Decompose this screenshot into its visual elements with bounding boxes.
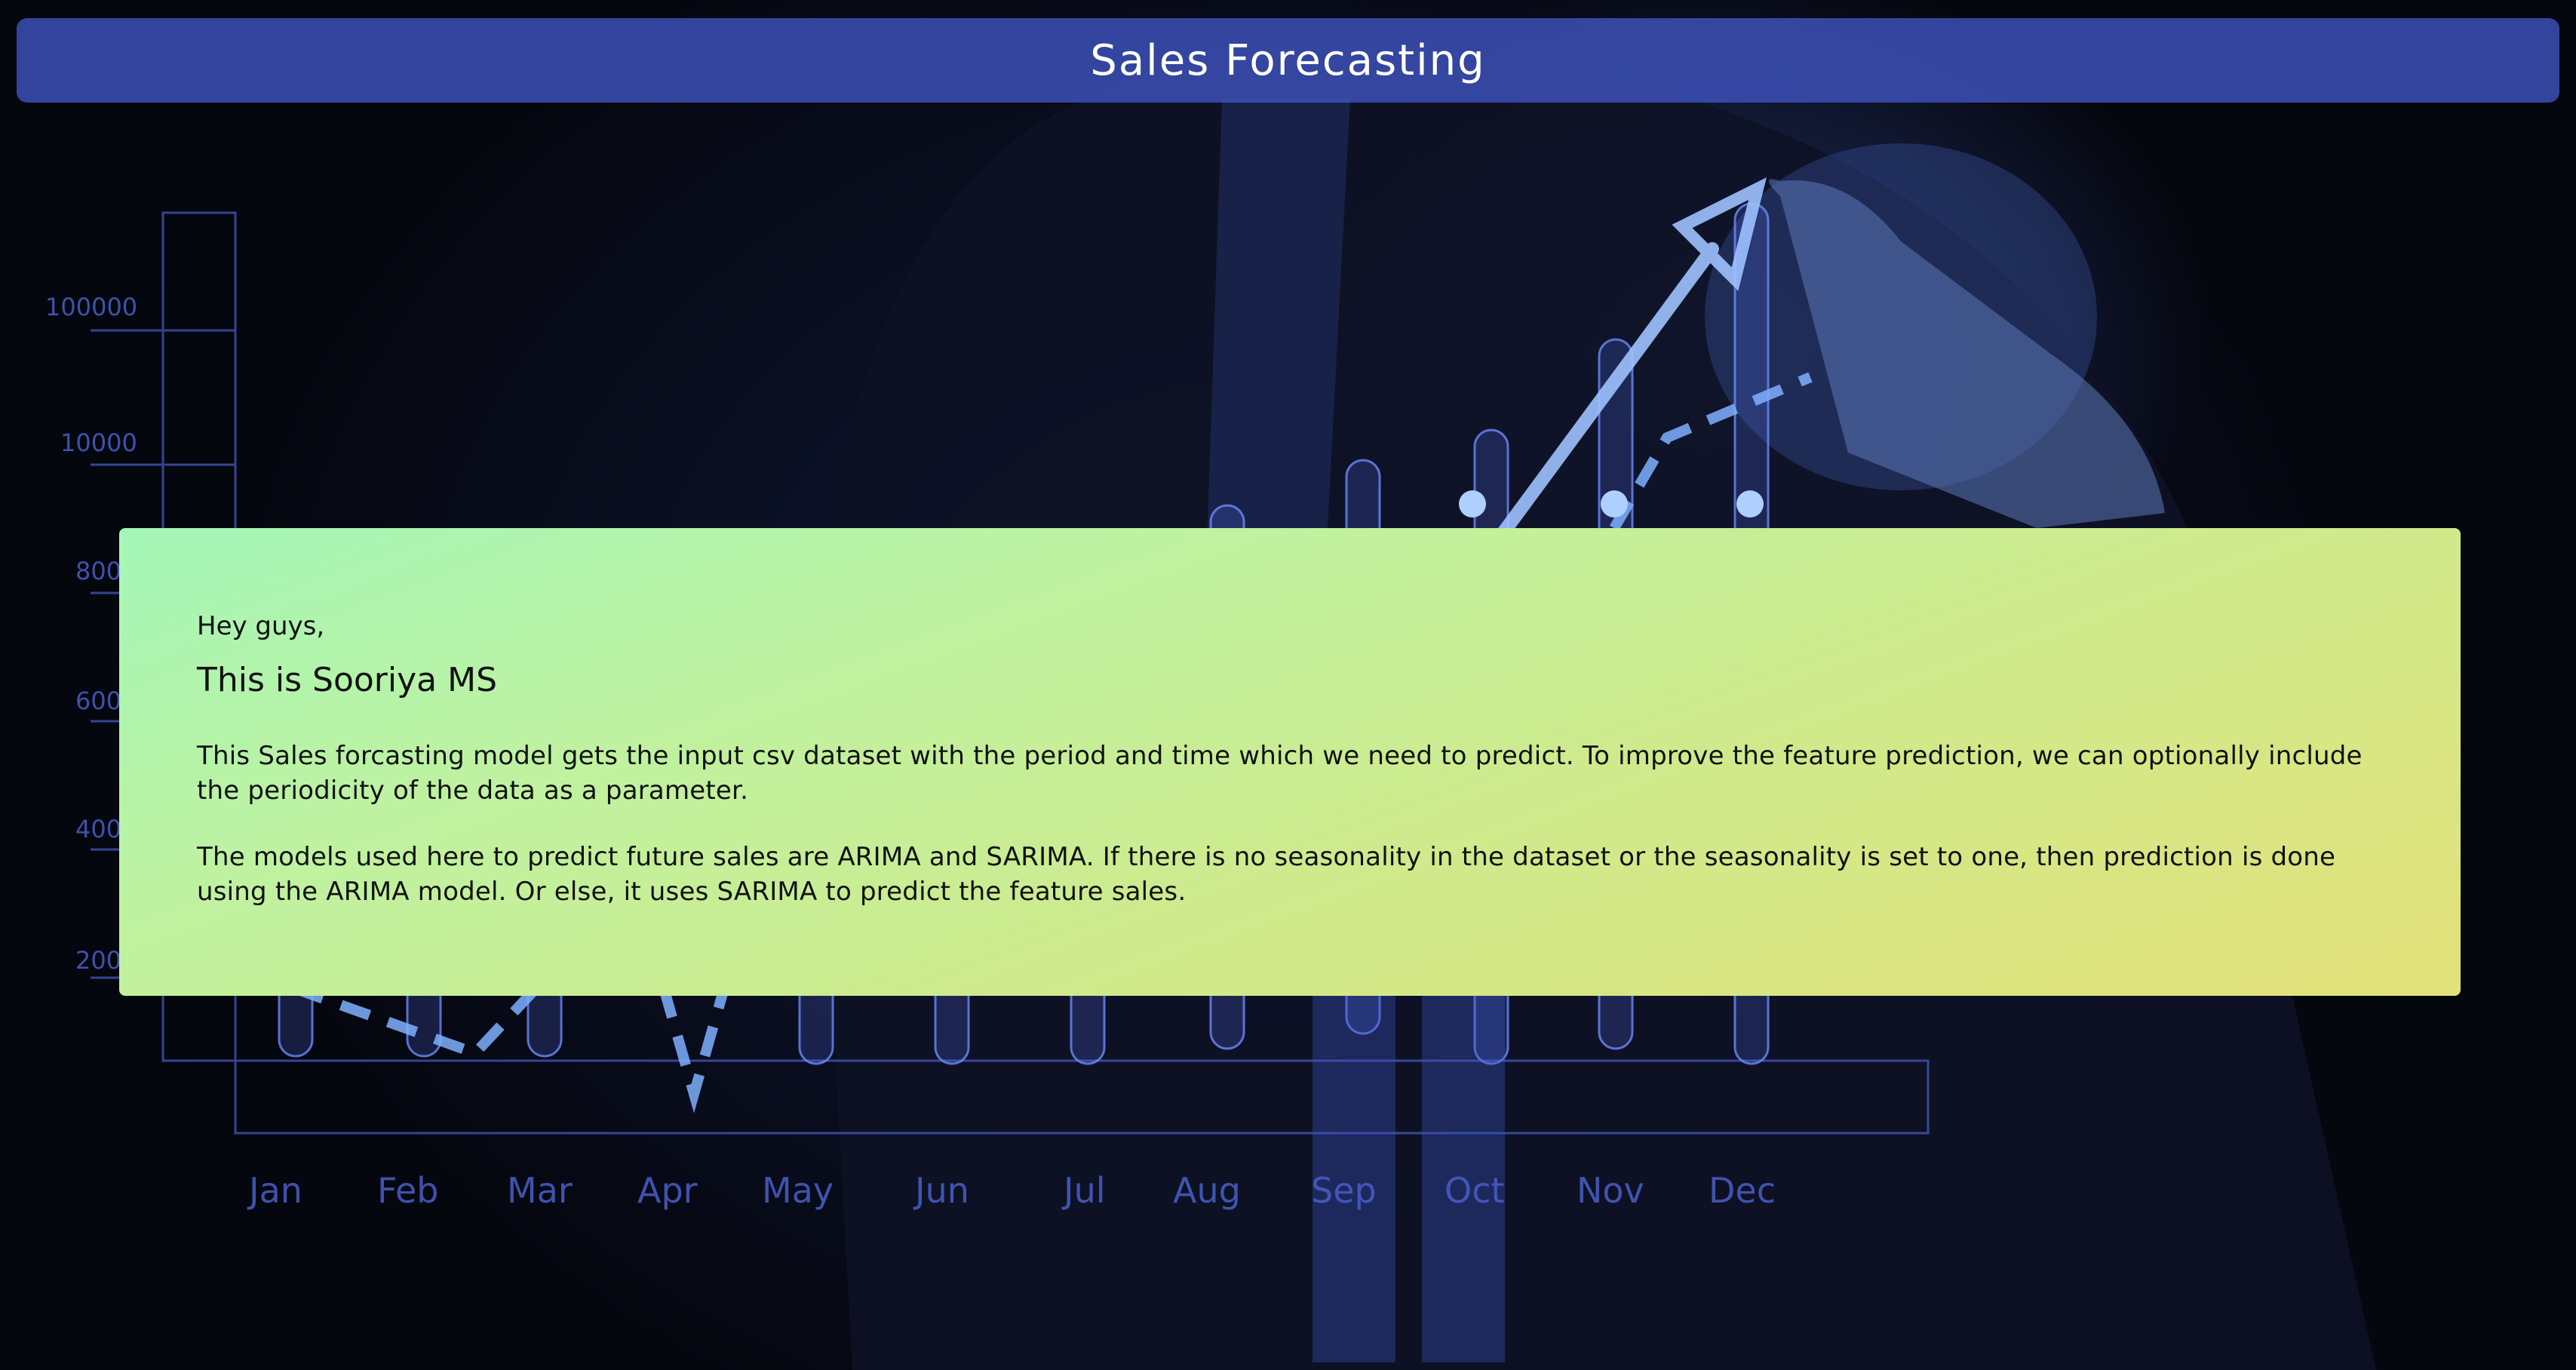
author-heading: This is Sooriya MS: [197, 661, 497, 699]
month-label-dec: Dec: [1709, 1170, 1776, 1211]
month-label-may: May: [762, 1170, 834, 1211]
month-label-jan: Jan: [247, 1170, 302, 1211]
month-label-oct: Oct: [1445, 1170, 1505, 1211]
y-label-400: 400: [75, 815, 121, 843]
y-label-100000: 100000: [45, 293, 137, 321]
page: 100000 10000 800 600 400 200 Jan Feb Mar…: [0, 0, 2576, 1370]
y-label-600: 600: [75, 687, 121, 715]
page-title: Sales Forecasting: [1090, 35, 1486, 85]
month-label-jul: Jul: [1061, 1170, 1106, 1211]
description-paragraph-2: The models used here to predict future s…: [197, 842, 2336, 907]
intro-card: Hey guys, This is Sooriya MS This Sales …: [119, 528, 2461, 996]
greeting-text: Hey guys,: [197, 611, 325, 641]
y-label-200: 200: [75, 946, 121, 975]
month-label-apr: Apr: [637, 1170, 698, 1211]
header-bar: Sales Forecasting: [17, 18, 2559, 103]
y-label-10000: 10000: [60, 429, 137, 457]
month-label-feb: Feb: [377, 1170, 438, 1211]
month-label-sep: Sep: [1311, 1170, 1377, 1211]
description-paragraph-1: This Sales forcasting model gets the inp…: [197, 741, 2363, 806]
month-label-jun: Jun: [913, 1170, 969, 1211]
month-label-nov: Nov: [1577, 1170, 1644, 1211]
y-label-800: 800: [75, 557, 121, 585]
month-label-mar: Mar: [507, 1170, 573, 1211]
month-label-aug: Aug: [1173, 1170, 1241, 1211]
